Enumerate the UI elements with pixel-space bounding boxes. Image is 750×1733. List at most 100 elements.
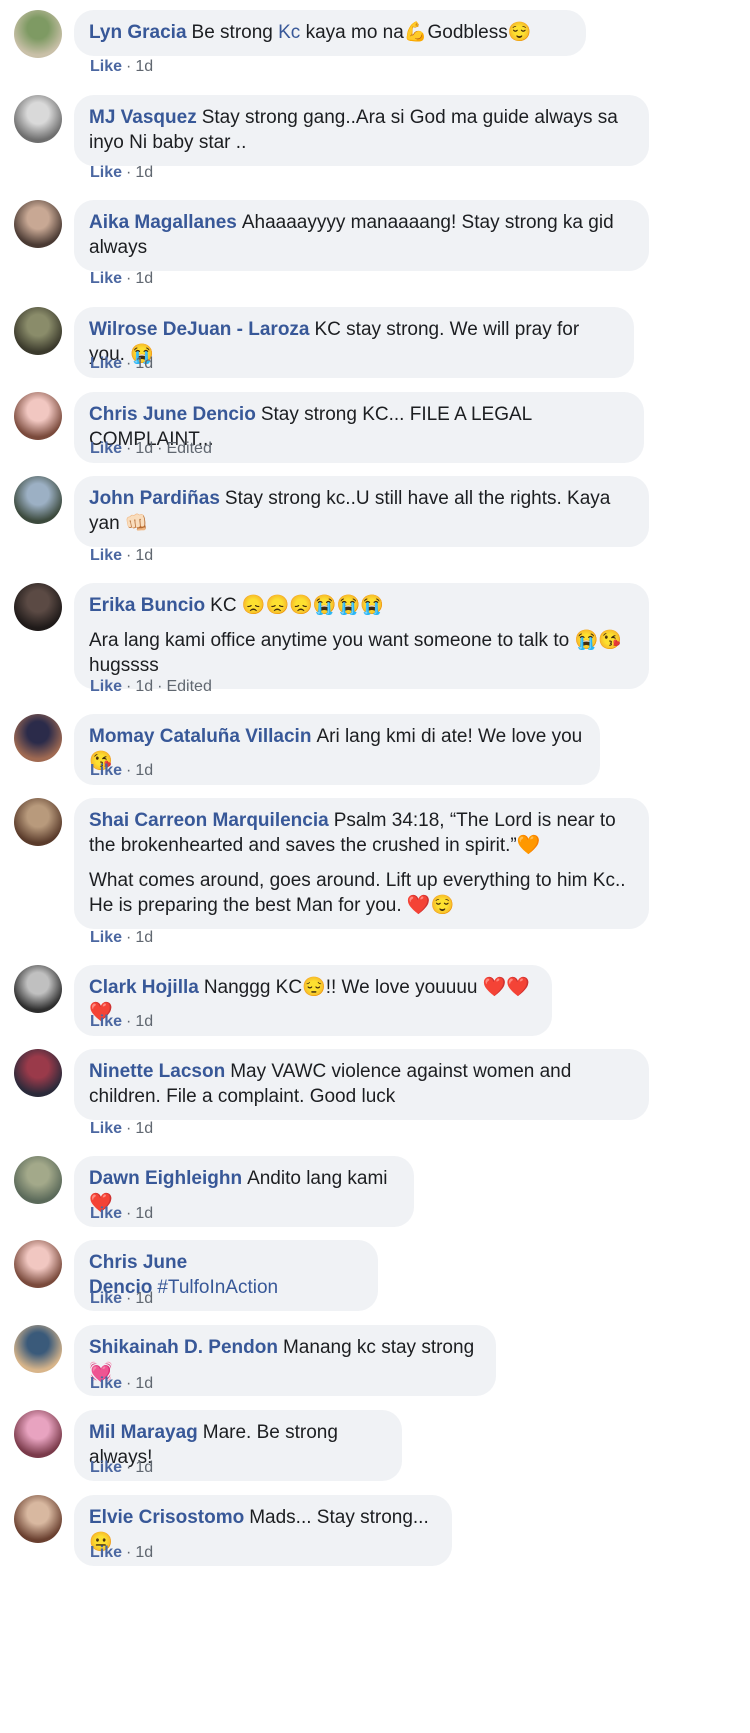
- comment-actions: Like · 1d: [90, 355, 153, 373]
- avatar[interactable]: [14, 714, 62, 762]
- comment-actions: Like · 1d · Edited: [90, 440, 212, 458]
- like-button[interactable]: Like: [90, 1013, 122, 1030]
- avatar-image: [14, 1410, 62, 1458]
- like-button[interactable]: Like: [90, 270, 122, 287]
- comment-author[interactable]: Shai Carreon Marquilencia: [89, 810, 329, 831]
- like-button[interactable]: Like: [90, 678, 122, 695]
- separator-dot: ·: [126, 1120, 132, 1137]
- avatar[interactable]: [14, 10, 62, 58]
- separator-dot: ·: [157, 678, 163, 695]
- avatar-image: [14, 714, 62, 762]
- avatar[interactable]: [14, 1410, 62, 1458]
- comment-timestamp[interactable]: 1d: [135, 440, 153, 457]
- comment-actions: Like · 1d: [90, 1544, 153, 1562]
- separator-dot: ·: [126, 1013, 132, 1030]
- comment-author[interactable]: Momay Cataluña Villacin: [89, 726, 311, 747]
- comment-actions: Like · 1d: [90, 1459, 153, 1477]
- comment-tag-link[interactable]: #TulfoInAction: [157, 1277, 278, 1298]
- comment-author[interactable]: Clark Hojilla: [89, 977, 199, 998]
- avatar-image: [14, 10, 62, 58]
- separator-dot: ·: [126, 762, 132, 779]
- comment-tag-link[interactable]: Kc: [278, 22, 300, 43]
- like-button[interactable]: Like: [90, 1375, 122, 1392]
- comment-timestamp[interactable]: 1d: [135, 164, 153, 181]
- comment-author[interactable]: Elvie Crisostomo: [89, 1507, 244, 1528]
- separator-dot: ·: [157, 440, 163, 457]
- avatar[interactable]: [14, 95, 62, 143]
- edited-label[interactable]: Edited: [166, 678, 211, 695]
- comment-timestamp[interactable]: 1d: [135, 1205, 153, 1222]
- avatar-image: [14, 392, 62, 440]
- comment-author[interactable]: MJ Vasquez: [89, 107, 197, 128]
- comment-author[interactable]: Ninette Lacson: [89, 1061, 225, 1082]
- avatar[interactable]: [14, 798, 62, 846]
- comment-actions: Like · 1d: [90, 762, 153, 780]
- avatar[interactable]: [14, 476, 62, 524]
- comment-bubble: Shai Carreon Marquilencia Psalm 34:18, “T…: [74, 798, 649, 929]
- comment-timestamp[interactable]: 1d: [135, 929, 153, 946]
- comment-text: Be strong: [191, 22, 279, 43]
- separator-dot: ·: [126, 1205, 132, 1222]
- comment-author[interactable]: Mil Marayag: [89, 1422, 198, 1443]
- separator-dot: ·: [126, 1544, 132, 1561]
- like-button[interactable]: Like: [90, 547, 122, 564]
- comment-author[interactable]: Shikainah D. Pendon: [89, 1337, 278, 1358]
- avatar[interactable]: [14, 1325, 62, 1373]
- comment-author[interactable]: Aika Magallanes: [89, 212, 237, 233]
- comment-timestamp[interactable]: 1d: [135, 1459, 153, 1476]
- comment-timestamp[interactable]: 1d: [135, 58, 153, 75]
- avatar-image: [14, 1495, 62, 1543]
- edited-label[interactable]: Edited: [166, 440, 211, 457]
- comment-bubble: MJ Vasquez Stay strong gang..Ara si God m…: [74, 95, 649, 166]
- avatar-image: [14, 1240, 62, 1288]
- like-button[interactable]: Like: [90, 762, 122, 779]
- avatar[interactable]: [14, 200, 62, 248]
- comment-timestamp[interactable]: 1d: [135, 1013, 153, 1030]
- comment-bubble: Aika Magallanes Ahaaaayyyy manaaaang! Sta…: [74, 200, 649, 271]
- comment-actions: Like · 1d: [90, 270, 153, 288]
- like-button[interactable]: Like: [90, 1459, 122, 1476]
- comment-timestamp[interactable]: 1d: [135, 1375, 153, 1392]
- avatar[interactable]: [14, 1495, 62, 1543]
- comment-timestamp[interactable]: 1d: [135, 1120, 153, 1137]
- comment-timestamp[interactable]: 1d: [135, 270, 153, 287]
- comment-timestamp[interactable]: 1d: [135, 547, 153, 564]
- comment-actions: Like · 1d: [90, 1375, 153, 1393]
- avatar-image: [14, 965, 62, 1013]
- avatar[interactable]: [14, 1156, 62, 1204]
- like-button[interactable]: Like: [90, 355, 122, 372]
- like-button[interactable]: Like: [90, 1120, 122, 1137]
- avatar-image: [14, 1049, 62, 1097]
- comment-author[interactable]: Erika Buncio: [89, 595, 205, 616]
- comment-actions: Like · 1d: [90, 1120, 153, 1138]
- comment-author[interactable]: Chris June Dencio: [89, 404, 256, 425]
- comment-author[interactable]: John Pardiñas: [89, 488, 220, 509]
- comment-author[interactable]: Wilrose DeJuan - Laroza: [89, 319, 310, 340]
- like-button[interactable]: Like: [90, 1544, 122, 1561]
- comment-author[interactable]: Dawn Eighleighn: [89, 1168, 242, 1189]
- like-button[interactable]: Like: [90, 164, 122, 181]
- like-button[interactable]: Like: [90, 1290, 122, 1307]
- like-button[interactable]: Like: [90, 58, 122, 75]
- like-button[interactable]: Like: [90, 1205, 122, 1222]
- comment-actions: Like · 1d: [90, 1205, 153, 1223]
- separator-dot: ·: [126, 270, 132, 287]
- avatar[interactable]: [14, 1240, 62, 1288]
- comment-timestamp[interactable]: 1d: [135, 355, 153, 372]
- comment-text-paragraph: Ara lang kami office anytime you want so…: [89, 630, 622, 676]
- avatar[interactable]: [14, 392, 62, 440]
- avatar[interactable]: [14, 965, 62, 1013]
- comment-timestamp[interactable]: 1d: [135, 762, 153, 779]
- comment-timestamp[interactable]: 1d: [135, 1290, 153, 1307]
- avatar[interactable]: [14, 307, 62, 355]
- comment-author[interactable]: Lyn Gracia: [89, 22, 187, 43]
- avatar-image: [14, 307, 62, 355]
- like-button[interactable]: Like: [90, 929, 122, 946]
- comment-timestamp[interactable]: 1d: [135, 1544, 153, 1561]
- avatar[interactable]: [14, 583, 62, 631]
- comment-timestamp[interactable]: 1d: [135, 678, 153, 695]
- avatar[interactable]: [14, 1049, 62, 1097]
- avatar-image: [14, 798, 62, 846]
- comment-text: KC 😞😞😞😭😭😭: [210, 595, 384, 616]
- like-button[interactable]: Like: [90, 440, 122, 457]
